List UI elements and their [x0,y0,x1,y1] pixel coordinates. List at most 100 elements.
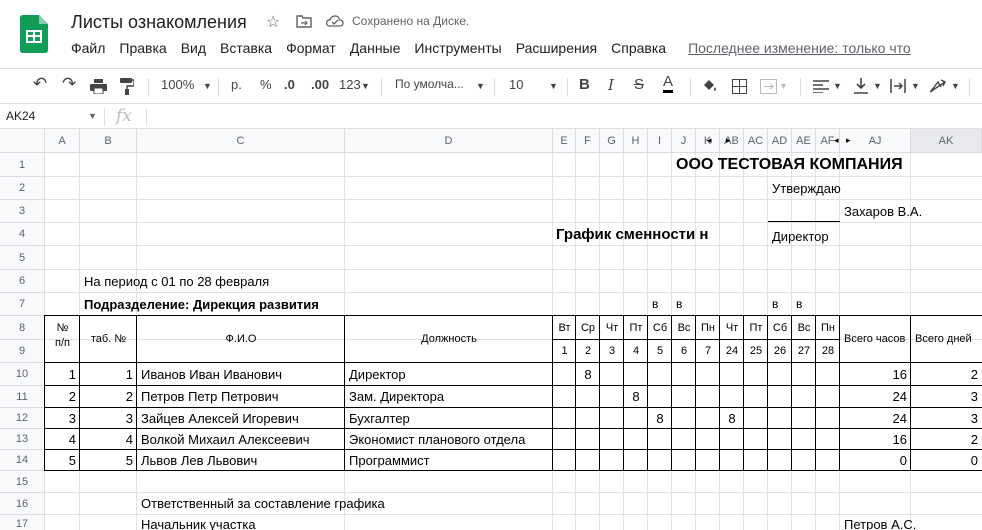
column-header-b[interactable]: B [80,129,137,153]
row-header-10[interactable]: 10 [0,363,45,386]
row-header-11[interactable]: 11 [0,386,45,408]
employee-total-days[interactable]: 3 [911,386,978,408]
menu-insert[interactable]: Вставка [220,40,272,60]
employee-full-name[interactable]: Петров Петр Петрович [141,386,279,408]
row-header-1[interactable]: 1 [0,153,45,177]
column-header-c[interactable]: C [137,129,345,153]
zoom-dropdown-icon[interactable]: ▼ [203,81,212,91]
strikethrough-button[interactable]: S [634,76,644,93]
document-title[interactable]: Листы ознакомления [71,12,247,33]
spreadsheet-grid[interactable]: A B C D E F G H I J K AB AC AD AE AF AJ AK 1 2 3 4 5 6 7 8 9 10 11 12… [0,129,982,530]
last-edit-link[interactable]: Последнее изменение: только что [688,40,911,60]
font-size-select[interactable]: 10 [509,77,523,92]
increase-decimal-button[interactable]: .00 [311,77,329,92]
employee-position[interactable]: Бухгалтер [349,408,410,429]
column-header-f[interactable]: F [576,129,600,153]
row-header-8[interactable]: 8 [0,316,45,340]
column-header-ab[interactable]: AB [720,129,744,153]
employee-number[interactable]: 3 [45,408,76,429]
menu-help[interactable]: Справка [611,40,666,60]
employee-full-name[interactable]: Волкой Михаил Алексеевич [141,429,310,450]
fill-color-icon[interactable] [701,78,717,94]
select-all-corner[interactable] [0,129,45,153]
row-header-7[interactable]: 7 [0,293,45,316]
name-box[interactable]: AK24 [6,109,35,123]
decrease-decimal-button[interactable]: .0 [284,77,295,92]
employee-number[interactable]: 2 [45,386,76,408]
text-wrap-icon[interactable] [890,79,906,93]
employee-total-hours[interactable]: 24 [840,386,907,408]
wrap-dropdown-icon[interactable]: ▼ [911,81,920,91]
employee-tab-number[interactable]: 3 [80,408,133,429]
menu-view[interactable]: Вид [181,40,206,60]
more-formats-button[interactable]: 123 [339,77,361,92]
font-size-dropdown-icon[interactable]: ▼ [549,81,558,91]
currency-format-button[interactable]: р. [231,77,242,92]
move-folder-icon[interactable] [296,14,312,28]
rotation-dropdown-icon[interactable]: ▼ [951,81,960,91]
row-header-16[interactable]: 16 [0,493,45,515]
print-icon[interactable] [90,79,107,94]
paint-format-icon[interactable] [120,78,134,95]
sheets-logo-icon[interactable] [20,15,48,53]
row-header-15[interactable]: 15 [0,471,45,493]
percent-format-button[interactable]: % [260,77,272,92]
employee-total-days[interactable]: 3 [911,408,978,429]
hidden-columns-arrow-icon[interactable]: ◂ [707,135,712,146]
column-header-ae[interactable]: AE [792,129,816,153]
row-header-12[interactable]: 12 [0,408,45,429]
employee-total-days[interactable]: 2 [911,363,978,386]
row-header-13[interactable]: 13 [0,429,45,450]
menu-format[interactable]: Формат [286,40,336,60]
menu-edit[interactable]: Правка [119,40,166,60]
align-left-icon[interactable] [813,80,829,93]
employee-number[interactable]: 4 [45,429,76,450]
column-header-ad[interactable]: AD [768,129,792,153]
column-header-e[interactable]: E [553,129,576,153]
column-header-g[interactable]: G [600,129,624,153]
column-header-a[interactable]: A [45,129,80,153]
employee-full-name[interactable]: Львов Лев Львович [141,450,257,471]
column-header-ac[interactable]: AC [744,129,768,153]
column-header-d[interactable]: D [345,129,553,153]
name-box-dropdown-icon[interactable]: ▼ [88,111,97,121]
row-header-9[interactable]: 9 [0,340,45,363]
row-header-5[interactable]: 5 [0,246,45,270]
shift-hours[interactable]: 8 [648,408,672,429]
align-dropdown-icon[interactable]: ▼ [833,81,842,91]
column-header-i[interactable]: I [648,129,672,153]
employee-full-name[interactable]: Зайцев Алексей Игоревич [141,408,299,429]
employee-position[interactable]: Зам. Директора [349,386,444,408]
valign-dropdown-icon[interactable]: ▼ [873,81,882,91]
employee-position[interactable]: Экономист планового отдела [349,429,525,450]
more-formats-dropdown-icon[interactable]: ▼ [361,81,370,91]
employee-tab-number[interactable]: 5 [80,450,133,471]
redo-icon[interactable]: ↷ [62,74,76,94]
italic-button[interactable]: I [608,76,614,94]
employee-number[interactable]: 5 [45,450,76,471]
merge-dropdown-icon[interactable]: ▼ [779,81,788,91]
column-header-j[interactable]: J [672,129,696,153]
row-header-17[interactable]: 17 [0,515,45,530]
employee-total-hours[interactable]: 0 [840,450,907,471]
employee-total-hours[interactable]: 24 [840,408,907,429]
row-header-2[interactable]: 2 [0,177,45,200]
menu-file[interactable]: Файл [71,40,105,60]
column-header-h[interactable]: H [624,129,648,153]
text-rotation-icon[interactable] [929,79,947,93]
bold-button[interactable]: B [579,76,590,93]
employee-tab-number[interactable]: 1 [80,363,133,386]
text-color-button[interactable]: A [663,73,674,93]
shift-hours[interactable]: 8 [576,363,600,386]
employee-total-hours[interactable]: 16 [840,429,907,450]
employee-total-days[interactable]: 2 [911,429,978,450]
menu-data[interactable]: Данные [350,40,401,60]
row-header-14[interactable]: 14 [0,450,45,471]
menu-tools[interactable]: Инструменты [414,40,501,60]
borders-icon[interactable] [732,79,747,94]
employee-full-name[interactable]: Иванов Иван Иванович [141,363,282,386]
hidden-columns-arrow-icon[interactable]: ◂ [834,135,839,146]
vertical-align-icon[interactable] [854,78,868,94]
hidden-columns-arrow-icon[interactable]: ▸ [846,135,851,146]
merge-cells-icon[interactable] [760,79,777,94]
